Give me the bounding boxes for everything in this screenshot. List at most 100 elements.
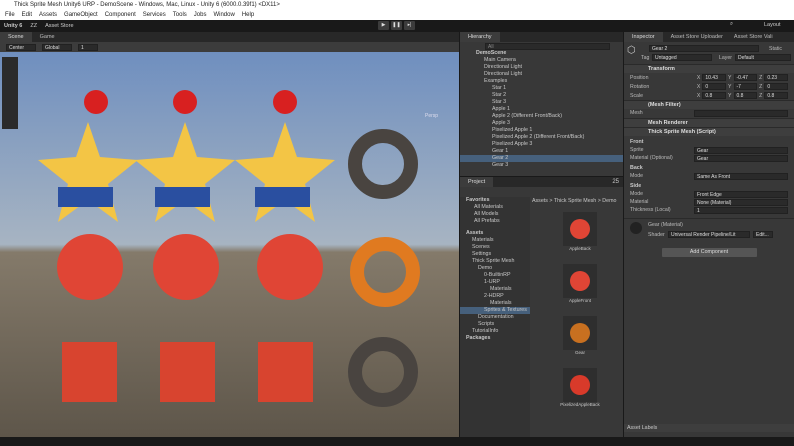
account-button[interactable]: ZZ <box>30 23 37 29</box>
scale-y-field[interactable]: 0.8 <box>733 92 758 99</box>
unity-version-button[interactable]: Unity 6 <box>4 23 22 29</box>
space-dropdown[interactable]: Global <box>42 43 72 51</box>
tool-palette[interactable] <box>2 57 18 129</box>
favorite-item[interactable]: All Models <box>460 211 530 218</box>
breadcrumb-item[interactable]: Assets <box>532 198 548 204</box>
favorite-item[interactable]: All Prefabs <box>460 218 530 225</box>
breadcrumb-item[interactable]: Demo <box>602 198 616 204</box>
asset-tile[interactable]: AppleBack <box>550 212 610 264</box>
scene-view[interactable]: Persp <box>0 52 459 437</box>
menu-tools[interactable]: Tools <box>173 10 187 20</box>
hierarchy-item[interactable]: Gear 1 <box>460 148 623 155</box>
sprite-field[interactable]: Gear <box>694 146 788 154</box>
hierarchy-item[interactable]: Gear 2 <box>460 155 623 162</box>
favorites-header[interactable]: Favorites <box>460 197 530 204</box>
hierarchy-search[interactable]: All <box>485 42 610 50</box>
menu-help[interactable]: Help <box>242 10 254 20</box>
hierarchy-item[interactable]: Directional Light <box>460 71 623 78</box>
menu-component[interactable]: Component <box>105 10 136 20</box>
position-y-field[interactable]: -0.47 <box>733 74 758 81</box>
pivot-dropdown[interactable]: Center <box>6 43 36 51</box>
folder-item[interactable]: Documentation <box>460 314 530 321</box>
folder-item[interactable]: Settings <box>460 251 530 258</box>
menu-services[interactable]: Services <box>143 10 166 20</box>
grid-size-field[interactable]: 1 <box>78 43 98 51</box>
folder-item[interactable]: 0-BuiltinRP <box>460 272 530 279</box>
static-toggle[interactable]: Static <box>769 46 782 52</box>
mesh-filter-header[interactable]: (Mesh Filter) <box>624 100 794 109</box>
folder-item[interactable]: 2-HDRP <box>460 293 530 300</box>
hierarchy-item[interactable]: Examples <box>460 78 623 85</box>
layer-dropdown[interactable]: Default <box>735 54 791 61</box>
tag-dropdown[interactable]: Untagged <box>652 54 712 61</box>
asset-tile[interactable]: AppleFront <box>550 264 610 316</box>
side-mode-field[interactable]: Front Edge <box>694 190 788 198</box>
folder-item[interactable]: Demo <box>460 265 530 272</box>
folder-item[interactable]: Thick Sprite Mesh <box>460 258 530 265</box>
play-button[interactable]: ▶ <box>378 21 389 30</box>
add-component-button[interactable]: Add Component <box>661 248 757 257</box>
breadcrumb-item[interactable]: Thick Sprite Mesh <box>554 198 596 204</box>
tab-asset-store-validator[interactable]: Asset Store Vali <box>731 32 776 42</box>
menu-edit[interactable]: Edit <box>22 10 32 20</box>
back-mode-field[interactable]: Same As Front <box>694 172 788 180</box>
menu-assets[interactable]: Assets <box>39 10 57 20</box>
layout-dropdown[interactable]: Layout <box>764 22 781 28</box>
hierarchy-item[interactable]: Star 3 <box>460 99 623 106</box>
tab-inspector[interactable]: Inspector <box>624 32 663 42</box>
step-button[interactable]: ▸| <box>404 21 415 30</box>
tab-game[interactable]: Game <box>32 32 63 42</box>
asset-store-button[interactable]: Asset Store <box>45 23 73 29</box>
transform-header[interactable]: Transform <box>624 64 794 73</box>
hierarchy-item[interactable]: Directional Light <box>460 64 623 71</box>
shader-dropdown[interactable]: Universal Render Pipeline/Lit <box>668 231 750 238</box>
rotation-x-field[interactable]: 0 <box>702 83 727 90</box>
hierarchy-item[interactable]: Star 2 <box>460 92 623 99</box>
thickness-field[interactable]: 1 <box>694 206 788 214</box>
edit-shader-button[interactable]: Edit... <box>753 231 773 238</box>
hierarchy-item[interactable]: Gear 3 <box>460 162 623 169</box>
rotation-y-field[interactable]: -7 <box>733 83 758 90</box>
tab-asset-store-uploader[interactable]: Asset Store Uploader <box>663 32 731 42</box>
folder-item[interactable]: TutorialInfo <box>460 328 530 335</box>
menu-file[interactable]: File <box>5 10 15 20</box>
search-icon[interactable]: ⌕ <box>730 21 733 28</box>
menu-gameobject[interactable]: GameObject <box>64 10 98 20</box>
thick-sprite-mesh-header[interactable]: Thick Sprite Mesh (Script) <box>624 127 794 136</box>
name-field[interactable]: Gear 2 <box>649 45 759 52</box>
hierarchy-item[interactable]: Pixelized Apple 2 (Different Front/Back) <box>460 134 623 141</box>
folder-item[interactable]: Scripts <box>460 321 530 328</box>
asset-labels[interactable]: Asset Labels <box>624 424 794 432</box>
tab-project[interactable]: Project <box>460 177 494 187</box>
side-material-field[interactable]: None (Material) <box>694 198 788 206</box>
folder-item[interactable]: 1-URP <box>460 279 530 286</box>
favorite-item[interactable]: All Materials <box>460 204 530 211</box>
folder-item[interactable]: Scenes <box>460 244 530 251</box>
scale-x-field[interactable]: 0.8 <box>702 92 727 99</box>
hierarchy-item[interactable]: Apple 1 <box>460 106 623 113</box>
front-material-field[interactable]: Gear <box>694 154 788 162</box>
hierarchy-item[interactable]: Pixelized Apple 1 <box>460 127 623 134</box>
menu-window[interactable]: Window <box>213 10 234 20</box>
hierarchy-item[interactable]: Main Camera <box>460 57 623 64</box>
asset-tile[interactable]: Gear <box>550 316 610 368</box>
tab-hierarchy[interactable]: Hierarchy <box>460 32 500 42</box>
folder-item[interactable]: Assets <box>460 230 530 237</box>
folder-item[interactable]: Materials <box>460 286 530 293</box>
hierarchy-item[interactable]: Apple 3 <box>460 120 623 127</box>
folder-item[interactable]: Sprites & Textures <box>460 307 530 314</box>
tab-scene[interactable]: Scene <box>0 32 32 42</box>
scale-z-field[interactable]: 0.8 <box>764 92 789 99</box>
position-z-field[interactable]: 0.23 <box>764 74 789 81</box>
menu-jobs[interactable]: Jobs <box>194 10 207 20</box>
scene-root[interactable]: DemoScene <box>460 50 623 57</box>
mesh-renderer-header[interactable]: Mesh Renderer <box>624 118 794 127</box>
rotation-z-field[interactable]: 0 <box>764 83 789 90</box>
pause-button[interactable]: ❚❚ <box>391 21 402 30</box>
folder-item[interactable]: Packages <box>460 335 530 342</box>
asset-tile[interactable]: PixelizedAppleBack <box>550 368 610 420</box>
position-x-field[interactable]: 10.43 <box>702 74 727 81</box>
hierarchy-item[interactable]: Pixelized Apple 3 <box>460 141 623 148</box>
hierarchy-item[interactable]: Apple 2 (Different Front/Back) <box>460 113 623 120</box>
hierarchy-item[interactable]: Star 1 <box>460 85 623 92</box>
